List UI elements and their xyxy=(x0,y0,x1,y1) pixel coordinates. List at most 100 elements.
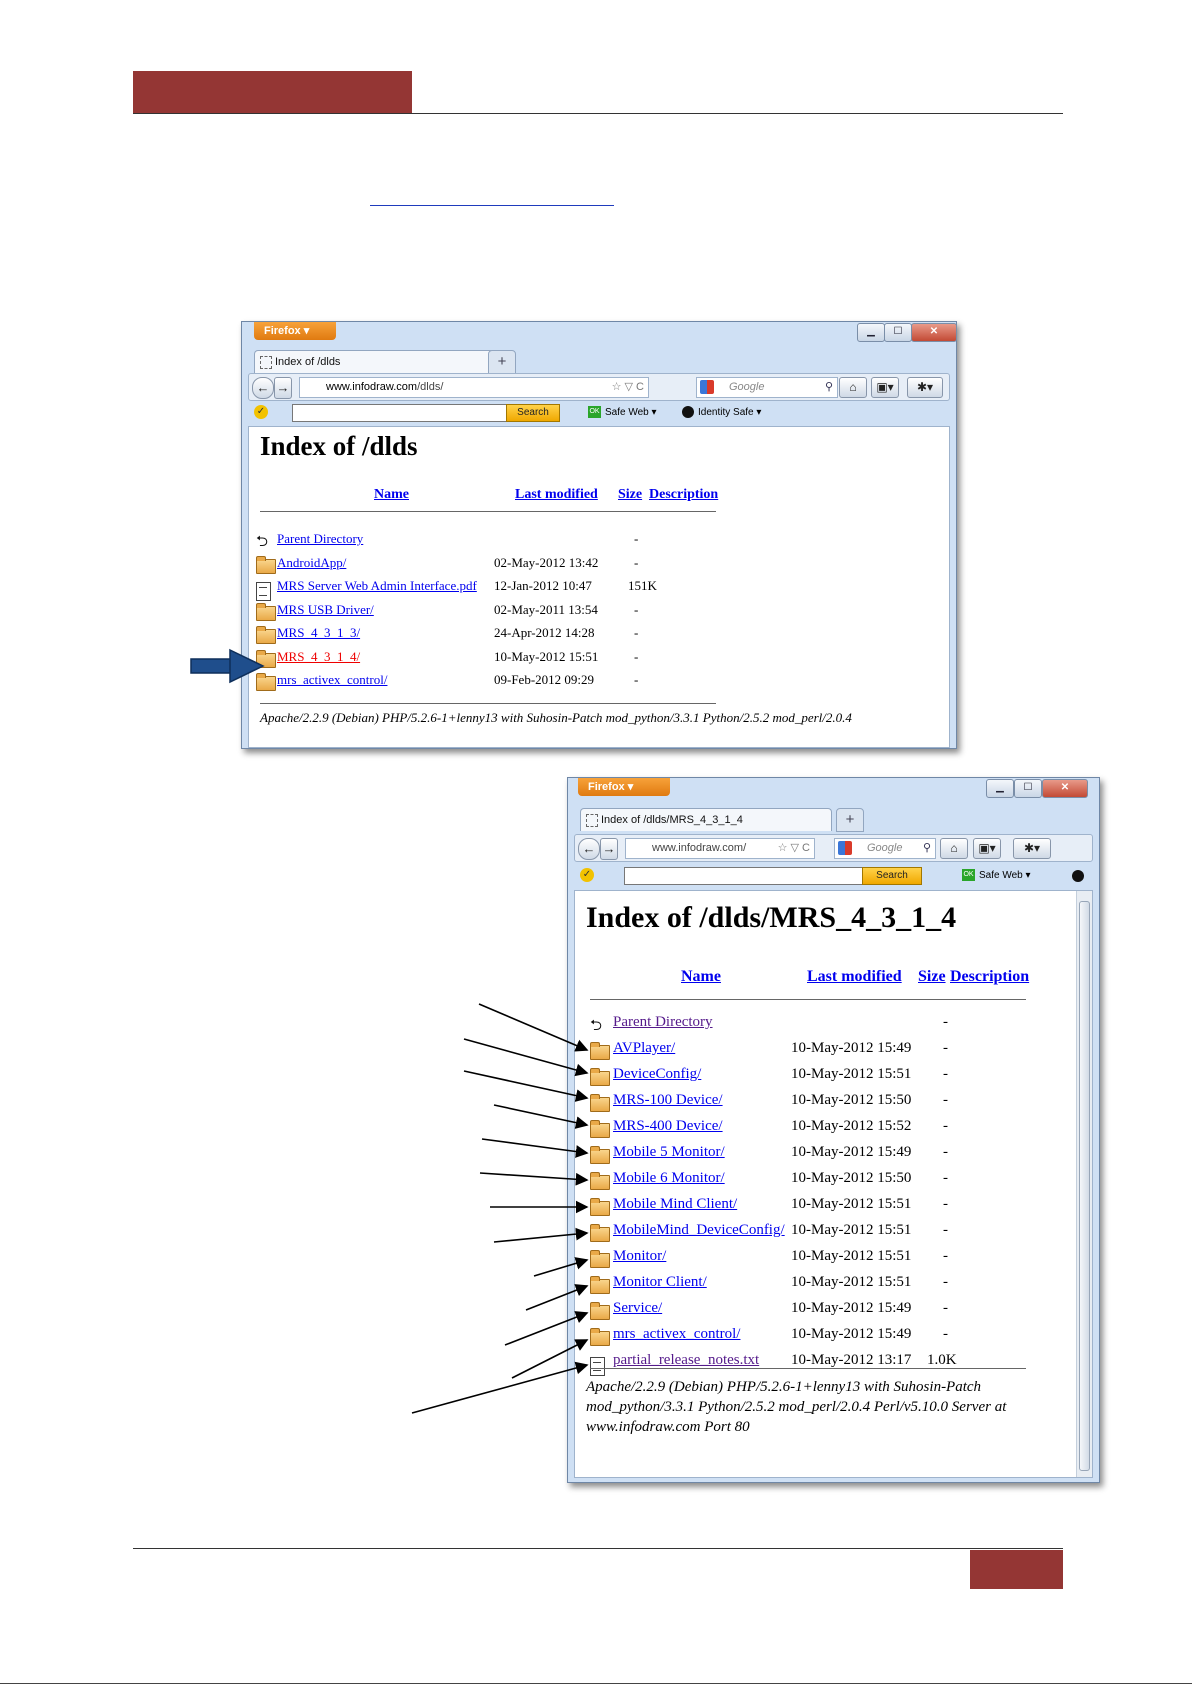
firefox-menu-button[interactable]: Firefox ▾ xyxy=(578,778,670,796)
entry-link[interactable]: Mobile 5 Monitor/ xyxy=(613,1144,725,1161)
home-button[interactable]: ⌂ xyxy=(839,377,867,398)
column-header-description[interactable]: Description xyxy=(649,487,718,503)
entry-link[interactable]: mrs_activex_control/ xyxy=(277,672,387,688)
header-rule xyxy=(133,113,1063,114)
entry-link[interactable]: MobileMind_DeviceConfig/ xyxy=(613,1222,785,1239)
entry-link[interactable]: MRS USB Driver/ xyxy=(277,602,374,618)
entry-link[interactable]: mrs_activex_control/ xyxy=(613,1326,740,1343)
entry-size: - xyxy=(634,672,639,687)
column-header-description[interactable]: Description xyxy=(950,968,1029,986)
entry-link[interactable]: AVPlayer/ xyxy=(613,1040,675,1057)
search-icon[interactable]: ⚲ xyxy=(923,839,931,858)
identity-safe-icon[interactable] xyxy=(1072,870,1084,882)
entry-link[interactable]: Mobile Mind Client/ xyxy=(613,1196,737,1213)
entry-link[interactable]: Mobile 6 Monitor/ xyxy=(613,1170,725,1187)
callout-arrows xyxy=(411,1003,589,1414)
safe-web-label: Safe Web ▾ xyxy=(605,407,657,418)
entry-date: 24-Apr-2012 14:28 xyxy=(494,625,595,640)
norton-search-input[interactable] xyxy=(624,867,864,885)
column-header-name[interactable]: Name xyxy=(681,968,721,986)
table-row: MRS_4_3_1_4/10-May-2012 15:51 - xyxy=(249,649,949,673)
minimize-button[interactable]: ▁ xyxy=(986,779,1014,798)
folder-icon xyxy=(256,602,276,621)
forward-button[interactable]: → xyxy=(600,838,618,860)
norton-search-input[interactable] xyxy=(292,404,508,422)
column-header-last-modified[interactable]: Last modified xyxy=(807,968,902,986)
addon-button[interactable]: ✱▾ xyxy=(907,377,943,398)
url-text: www.infodraw.com/ xyxy=(652,842,747,854)
table-row: MRS-100 Device/10-May-2012 15:50 - xyxy=(575,1092,1092,1118)
browser-window-dlds: Firefox ▾ ▁ ☐ ✕ Index of /dlds + ← → www… xyxy=(241,321,957,749)
callout-arrow xyxy=(411,1361,589,1414)
url-icons[interactable]: ☆ ▽ C xyxy=(778,839,810,858)
document-link[interactable] xyxy=(370,185,614,206)
firefox-menu-button[interactable]: Firefox ▾ xyxy=(254,322,336,340)
bookmarks-button[interactable]: ▣▾ xyxy=(973,838,1001,859)
back-button[interactable]: ← xyxy=(578,838,600,860)
addon-button[interactable]: ✱▾ xyxy=(1013,838,1051,859)
entry-link[interactable]: MRS_4_3_1_4/ xyxy=(277,649,360,665)
entry-link[interactable]: MRS-400 Device/ xyxy=(613,1118,723,1135)
identity-safe-menu[interactable]: Identity Safe ▾ xyxy=(682,403,761,423)
bookmarks-button[interactable]: ▣▾ xyxy=(871,377,899,398)
entry-link[interactable]: partial_release_notes.txt xyxy=(613,1352,759,1369)
search-engine-box[interactable]: Google ⚲ xyxy=(834,838,936,859)
file-icon xyxy=(590,1357,605,1376)
table-row: AndroidApp/02-May-2012 13:42 - xyxy=(249,555,949,579)
tab-index-dlds[interactable]: Index of /dlds xyxy=(254,350,494,373)
entry-link[interactable]: Parent Directory xyxy=(277,531,363,547)
entry-link[interactable]: Monitor/ xyxy=(613,1248,666,1265)
url-path: /dlds/ xyxy=(417,381,444,393)
folder-icon xyxy=(590,1276,610,1294)
safe-web-menu[interactable]: OK Safe Web ▾ xyxy=(962,866,1031,886)
maximize-button[interactable]: ☐ xyxy=(884,323,912,342)
footer-rule xyxy=(133,1548,1063,1549)
maximize-button[interactable]: ☐ xyxy=(1014,779,1042,798)
search-engine-box[interactable]: Google ⚲ xyxy=(696,377,838,398)
norton-check-icon[interactable]: ✓ xyxy=(580,868,594,882)
home-button[interactable]: ⌂ xyxy=(940,838,968,859)
column-header-size[interactable]: Size xyxy=(918,968,946,986)
entry-link[interactable]: Service/ xyxy=(613,1300,662,1317)
forward-button[interactable]: → xyxy=(274,377,292,399)
entry-link[interactable]: AndroidApp/ xyxy=(277,555,346,571)
close-button[interactable]: ✕ xyxy=(911,323,957,342)
vertical-scrollbar[interactable] xyxy=(1076,891,1092,1477)
address-bar[interactable]: www.infodraw.com/dlds/ ☆ ▽ C xyxy=(299,377,649,398)
tab-index-mrs[interactable]: Index of /dlds/MRS_4_3_1_4 xyxy=(580,808,832,831)
table-row: MRS-400 Device/10-May-2012 15:52 - xyxy=(575,1118,1092,1144)
page-icon xyxy=(586,814,598,827)
search-icon[interactable]: ⚲ xyxy=(825,378,833,397)
new-tab-button[interactable]: + xyxy=(488,350,516,374)
url-icons[interactable]: ☆ ▽ C xyxy=(612,378,644,397)
entry-link[interactable]: Parent Directory xyxy=(613,1014,713,1031)
table-row: Monitor Client/10-May-2012 15:51 - xyxy=(575,1274,1092,1300)
entry-date: 09-Feb-2012 09:29 xyxy=(494,672,595,687)
folder-icon xyxy=(590,1120,610,1138)
column-header-size[interactable]: Size xyxy=(618,487,642,503)
google-icon[interactable] xyxy=(838,841,852,855)
entry-date: 10-May-2012 13:17 xyxy=(791,1352,912,1368)
safe-web-menu[interactable]: OK Safe Web ▾ xyxy=(588,403,657,423)
new-tab-button[interactable]: + xyxy=(836,808,864,832)
entry-link[interactable]: MRS-100 Device/ xyxy=(613,1092,723,1109)
table-row: Mobile 6 Monitor/10-May-2012 15:50 - xyxy=(575,1170,1092,1196)
back-button[interactable]: ← xyxy=(252,377,274,399)
entry-link[interactable]: MRS Server Web Admin Interface.pdf xyxy=(277,578,477,594)
entry-link[interactable]: DeviceConfig/ xyxy=(613,1066,701,1083)
minimize-button[interactable]: ▁ xyxy=(857,323,885,342)
navigation-toolbar: ← → www.infodraw.com/ ☆ ▽ C Google ⚲ ⌂ ▣… xyxy=(574,834,1093,862)
entry-link[interactable]: MRS_4_3_1_3/ xyxy=(277,625,360,641)
scrollbar-thumb[interactable] xyxy=(1079,901,1090,1471)
google-icon[interactable] xyxy=(700,380,714,394)
column-header-last-modified[interactable]: Last modified xyxy=(515,487,598,503)
entry-link[interactable]: Monitor Client/ xyxy=(613,1274,707,1291)
norton-search-button[interactable]: Search xyxy=(862,867,922,885)
close-button[interactable]: ✕ xyxy=(1042,779,1088,798)
entry-date: 10-May-2012 15:49 xyxy=(791,1326,912,1342)
column-header-name[interactable]: Name xyxy=(374,487,409,503)
norton-search-button[interactable]: Search xyxy=(506,404,560,422)
norton-check-icon[interactable]: ✓ xyxy=(254,405,268,419)
address-bar[interactable]: www.infodraw.com/ ☆ ▽ C xyxy=(625,838,815,859)
browser-window-mrs-4-3-1-4: Firefox ▾ ▁ ☐ ✕ Index of /dlds/MRS_4_3_1… xyxy=(567,777,1100,1483)
